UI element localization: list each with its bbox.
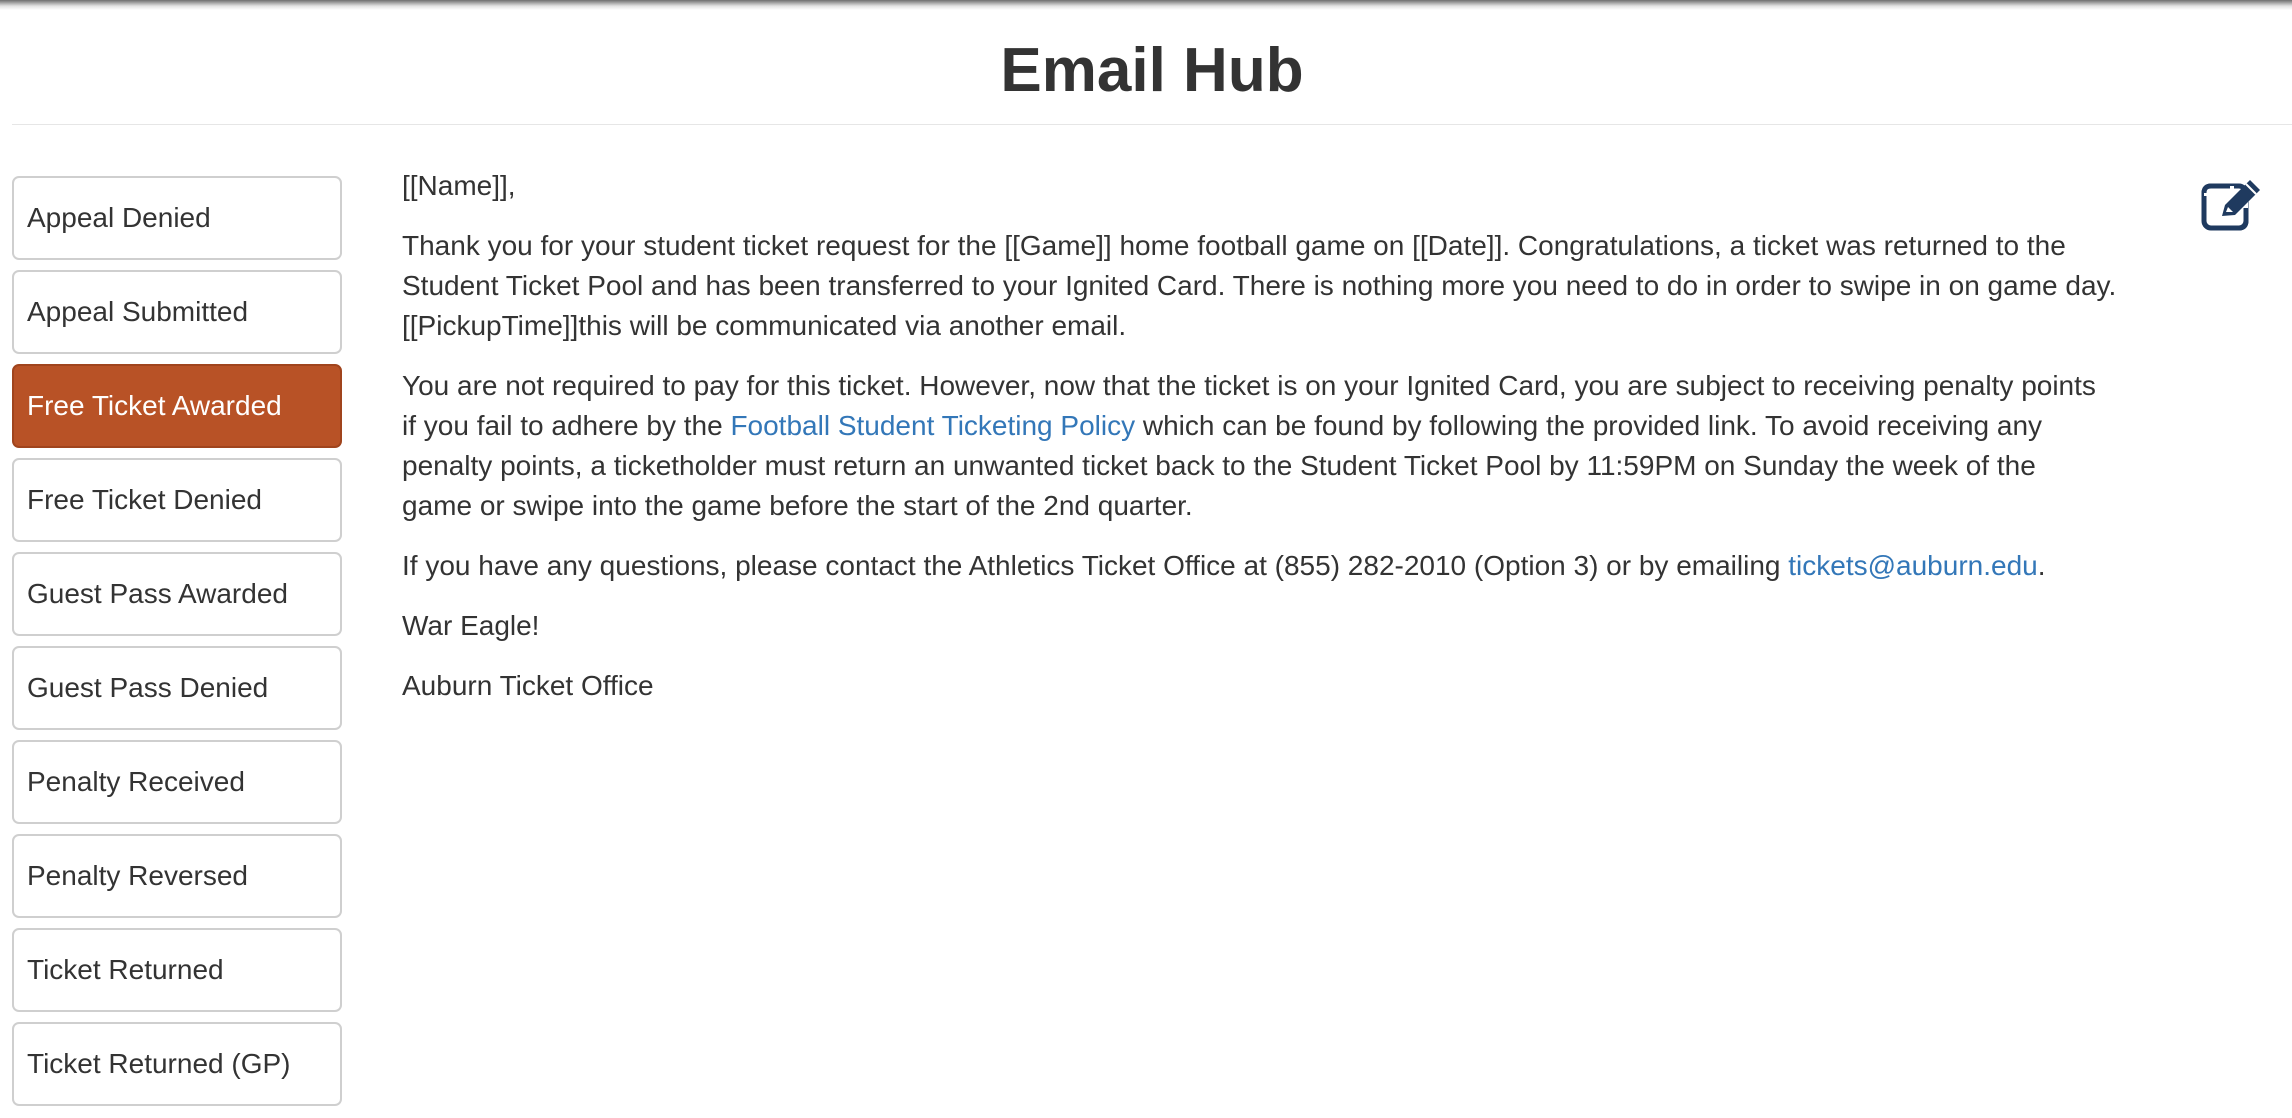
email-text: [[PickupTime]]this will be communicated …: [402, 310, 1127, 341]
page-title: Email Hub: [1000, 36, 1304, 105]
email-preview: [[Name]], Thank you for your student tic…: [402, 166, 2154, 726]
sidebar-item-appeal-submitted[interactable]: Appeal Submitted: [12, 270, 342, 354]
email-paragraph-2: You are not required to pay for this tic…: [402, 366, 2154, 526]
email-paragraph-3: If you have any questions, please contac…: [402, 546, 2154, 586]
email-text: Thank you for your student ticket reques…: [402, 230, 2066, 261]
email-signature: Auburn Ticket Office: [402, 670, 654, 701]
email-greeting: [[Name]],: [402, 170, 516, 201]
email-text: You are not required to pay for this tic…: [402, 370, 2096, 401]
sidebar-item-ticket-returned-gp[interactable]: Ticket Returned (GP): [12, 1022, 342, 1106]
email-text: If you have any questions, please contac…: [402, 550, 1789, 581]
email-text: penalty points, a ticketholder must retu…: [402, 450, 2036, 481]
title-divider: [12, 124, 2292, 125]
email-text: Student Ticket Pool and has been transfe…: [402, 270, 2117, 301]
sidebar-item-penalty-reversed[interactable]: Penalty Reversed: [12, 834, 342, 918]
email-template-list: Appeal Denied Appeal Submitted Free Tick…: [12, 176, 342, 1116]
email-text: which can be found by following the prov…: [1135, 410, 2043, 441]
policy-link[interactable]: Football Student Ticketing Policy: [730, 410, 1135, 441]
email-address-link[interactable]: tickets@auburn.edu: [1788, 550, 2037, 581]
sidebar-item-penalty-received[interactable]: Penalty Received: [12, 740, 342, 824]
email-text: if you fail to adhere by the: [402, 410, 731, 441]
sidebar-item-appeal-denied[interactable]: Appeal Denied: [12, 176, 342, 260]
top-shadow: [0, 0, 2292, 10]
edit-icon: [2201, 180, 2260, 231]
sidebar-item-ticket-returned[interactable]: Ticket Returned: [12, 928, 342, 1012]
sidebar-item-guest-pass-awarded[interactable]: Guest Pass Awarded: [12, 552, 342, 636]
edit-template-button[interactable]: [2200, 176, 2264, 232]
email-text: .: [2037, 550, 2046, 581]
email-paragraph-1: Thank you for your student ticket reques…: [402, 226, 2154, 346]
sidebar-item-guest-pass-denied[interactable]: Guest Pass Denied: [12, 646, 342, 730]
sidebar-item-free-ticket-denied[interactable]: Free Ticket Denied: [12, 458, 342, 542]
email-signoff: War Eagle!: [402, 610, 540, 641]
email-text: game or swipe into the game before the s…: [402, 490, 1193, 521]
sidebar-item-free-ticket-awarded[interactable]: Free Ticket Awarded: [12, 364, 342, 448]
